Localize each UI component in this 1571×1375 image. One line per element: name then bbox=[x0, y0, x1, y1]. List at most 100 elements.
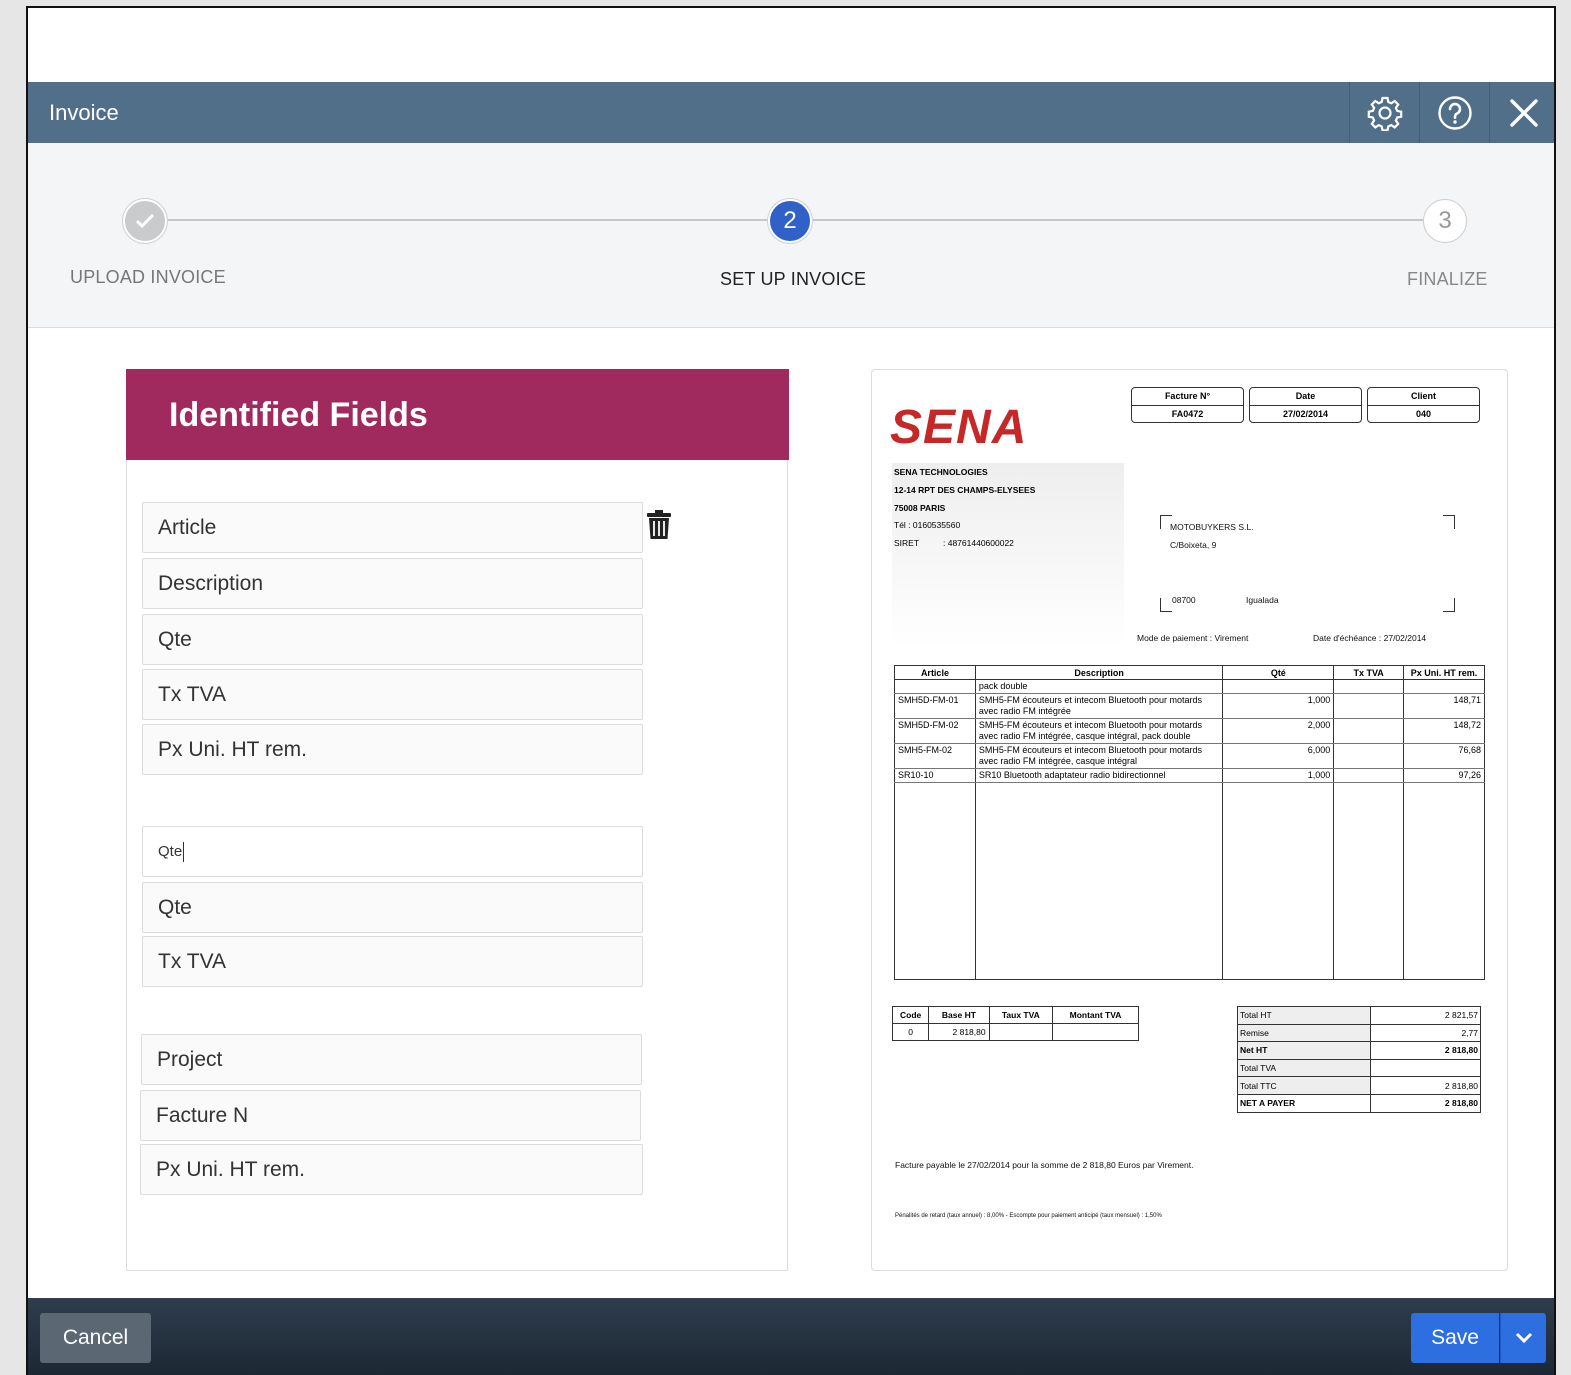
cell-description: SMH5-FM écouteurs et intecom Bluetooth p… bbox=[974, 718, 1224, 744]
cell-price: 97,26 bbox=[1403, 768, 1485, 783]
step-setup-circle[interactable]: 2 bbox=[768, 199, 812, 243]
invoice-date-value: 27/02/2014 bbox=[1282, 409, 1329, 419]
cell-price: 148,71 bbox=[1403, 693, 1485, 719]
penalty-note: Pénalités de retard (taux annuel) : 8,00… bbox=[895, 1213, 1162, 1219]
field-tx-tva-2[interactable]: Tx TVA bbox=[142, 936, 643, 987]
column-header: Px Uni. HT rem. bbox=[1403, 665, 1485, 680]
tax-column-header: Code bbox=[891, 1006, 930, 1024]
identified-fields-header: Identified Fields bbox=[126, 369, 789, 460]
step-finalize-label[interactable]: FINALIZE bbox=[1407, 269, 1488, 290]
table-row: SMH5D-FM-01 SMH5-FM écouteurs et intecom… bbox=[894, 693, 1485, 719]
total-label: Net HT bbox=[1237, 1041, 1371, 1060]
field-px-uni-2[interactable]: Px Uni. HT rem. bbox=[140, 1144, 643, 1195]
invoice-preview: SENA Facture N° FA0472 Date 27/02/2014 C… bbox=[871, 369, 1508, 1271]
address-corner bbox=[1443, 515, 1455, 529]
column-header: Description bbox=[974, 665, 1224, 680]
field-tx-tva[interactable]: Tx TVA bbox=[142, 669, 643, 720]
gear-icon bbox=[1367, 96, 1402, 131]
tax-cell bbox=[1052, 1023, 1139, 1041]
table-row: pack double bbox=[894, 679, 1485, 694]
recipient-street: C/Boixeta, 9 bbox=[1170, 540, 1217, 550]
field-description[interactable]: Description bbox=[142, 558, 643, 609]
invoice-number-label: Facture N° bbox=[1132, 388, 1243, 406]
field-facture-n[interactable]: Facture N bbox=[140, 1090, 641, 1141]
sender-street: 12-14 RPT DES CHAMPS-ELYSEES bbox=[894, 485, 1036, 495]
invoice-window: Invoice UPLOAD INVOICE 2 SET UP INVOICE … bbox=[26, 6, 1556, 1375]
total-label: Total TTC bbox=[1237, 1076, 1371, 1095]
sender-tel: Tél : 0160535560 bbox=[894, 520, 961, 530]
cell-price bbox=[1403, 679, 1485, 694]
progress-stepper: UPLOAD INVOICE 2 SET UP INVOICE 3 FINALI… bbox=[28, 143, 1554, 328]
step-upload-circle[interactable] bbox=[123, 199, 167, 243]
cell-tva bbox=[1333, 768, 1405, 783]
cancel-button[interactable]: Cancel bbox=[40, 1313, 151, 1363]
identified-fields-panel: Identified Fields Article Description Qt… bbox=[126, 369, 789, 1271]
title-bar: Invoice bbox=[28, 82, 1554, 143]
save-options-button[interactable] bbox=[1500, 1313, 1546, 1363]
close-button[interactable] bbox=[1489, 82, 1554, 143]
cell-qty: 1,000 bbox=[1222, 768, 1335, 783]
sender-siret-value: : 48761440600022 bbox=[943, 538, 1014, 548]
cell-description: SMH5-FM écouteurs et intecom Bluetooth p… bbox=[974, 743, 1224, 769]
total-label: NET A PAYER bbox=[1237, 1093, 1371, 1113]
invoice-date-label: Date bbox=[1250, 388, 1361, 406]
main-content: Identified Fields Article Description Qt… bbox=[28, 328, 1554, 1298]
field-article[interactable]: Article bbox=[142, 502, 643, 553]
cell-description: SMH5-FM écouteurs et intecom Bluetooth p… bbox=[974, 693, 1224, 719]
step-upload-label[interactable]: UPLOAD INVOICE bbox=[70, 267, 226, 288]
payment-mode: Mode de paiement : Virement bbox=[1137, 633, 1249, 643]
cell-description: pack double bbox=[974, 679, 1224, 694]
cell-tva bbox=[1333, 679, 1405, 694]
payable-note: Facture payable le 27/02/2014 pour la so… bbox=[895, 1160, 1194, 1170]
cell-article: SMH5-FM-02 bbox=[894, 743, 976, 769]
invoice-number-box: Facture N° FA0472 bbox=[1131, 387, 1244, 423]
column-header: Qté bbox=[1222, 665, 1335, 680]
help-button[interactable] bbox=[1419, 82, 1489, 143]
sender-city: 75008 PARIS bbox=[894, 503, 946, 513]
address-corner bbox=[1160, 598, 1172, 612]
cell-qty: 6,000 bbox=[1222, 743, 1335, 769]
table-row: SMH5D-FM-02 SMH5-FM écouteurs et intecom… bbox=[894, 718, 1485, 744]
sender-address: SENA TECHNOLOGIES 12-14 RPT DES CHAMPS-E… bbox=[892, 463, 1124, 648]
identified-fields-title: Identified Fields bbox=[169, 396, 428, 434]
total-value: 2 818,80 bbox=[1370, 1076, 1481, 1095]
table-row: SMH5-FM-02 SMH5-FM écouteurs et intecom … bbox=[894, 743, 1485, 769]
totals-table: Total HT 2 821,57 Remise 2,77 Net HT 2 818,… bbox=[1237, 1006, 1481, 1113]
tax-cell: 2 818,80 bbox=[928, 1023, 990, 1041]
trash-icon[interactable] bbox=[647, 510, 671, 540]
field-edit-input[interactable]: Qte bbox=[142, 826, 643, 877]
total-value: 2 821,57 bbox=[1370, 1006, 1481, 1025]
field-qte[interactable]: Qte bbox=[142, 614, 643, 665]
cell-article bbox=[894, 679, 976, 694]
cell-tva bbox=[1333, 718, 1405, 744]
save-button[interactable]: Save bbox=[1411, 1313, 1499, 1363]
invoice-client-value: 040 bbox=[1415, 409, 1432, 419]
sender-siret-label: SIRET bbox=[894, 538, 920, 548]
cell-price: 148,72 bbox=[1403, 718, 1485, 744]
column-header: Article bbox=[894, 665, 976, 680]
tax-column-header: Base HT bbox=[928, 1006, 990, 1024]
window-title: Invoice bbox=[49, 100, 119, 125]
step-finalize-circle[interactable]: 3 bbox=[1423, 199, 1467, 243]
invoice-items-table: Article Description Qté Tx TVA Px Uni. H… bbox=[894, 665, 1485, 980]
field-qte-2[interactable]: Qte bbox=[142, 882, 643, 933]
text-cursor bbox=[183, 841, 185, 862]
cell-qty: 1,000 bbox=[1222, 693, 1335, 719]
total-value: 2 818,80 bbox=[1370, 1093, 1481, 1113]
recipient-name: MOTOBUYKERS S.L. bbox=[1170, 522, 1254, 532]
cell-article: SR10-10 bbox=[894, 768, 976, 783]
footer-bar: Cancel Save bbox=[28, 1298, 1554, 1375]
recipient-postcode: 08700 bbox=[1172, 595, 1196, 605]
step-connector bbox=[168, 219, 768, 221]
invoice-date-box: Date 27/02/2014 bbox=[1249, 387, 1362, 423]
field-px-uni[interactable]: Px Uni. HT rem. bbox=[142, 724, 643, 775]
settings-button[interactable] bbox=[1349, 82, 1419, 143]
cell-tva bbox=[1333, 743, 1405, 769]
total-value: 2 818,80 bbox=[1370, 1041, 1481, 1060]
column-header: Tx TVA bbox=[1333, 665, 1405, 680]
total-value: 2,77 bbox=[1370, 1023, 1481, 1043]
field-project[interactable]: Project bbox=[141, 1034, 642, 1085]
total-label: Remise bbox=[1237, 1023, 1371, 1043]
step-setup-label[interactable]: SET UP INVOICE bbox=[720, 269, 866, 290]
address-corner bbox=[1443, 598, 1455, 612]
